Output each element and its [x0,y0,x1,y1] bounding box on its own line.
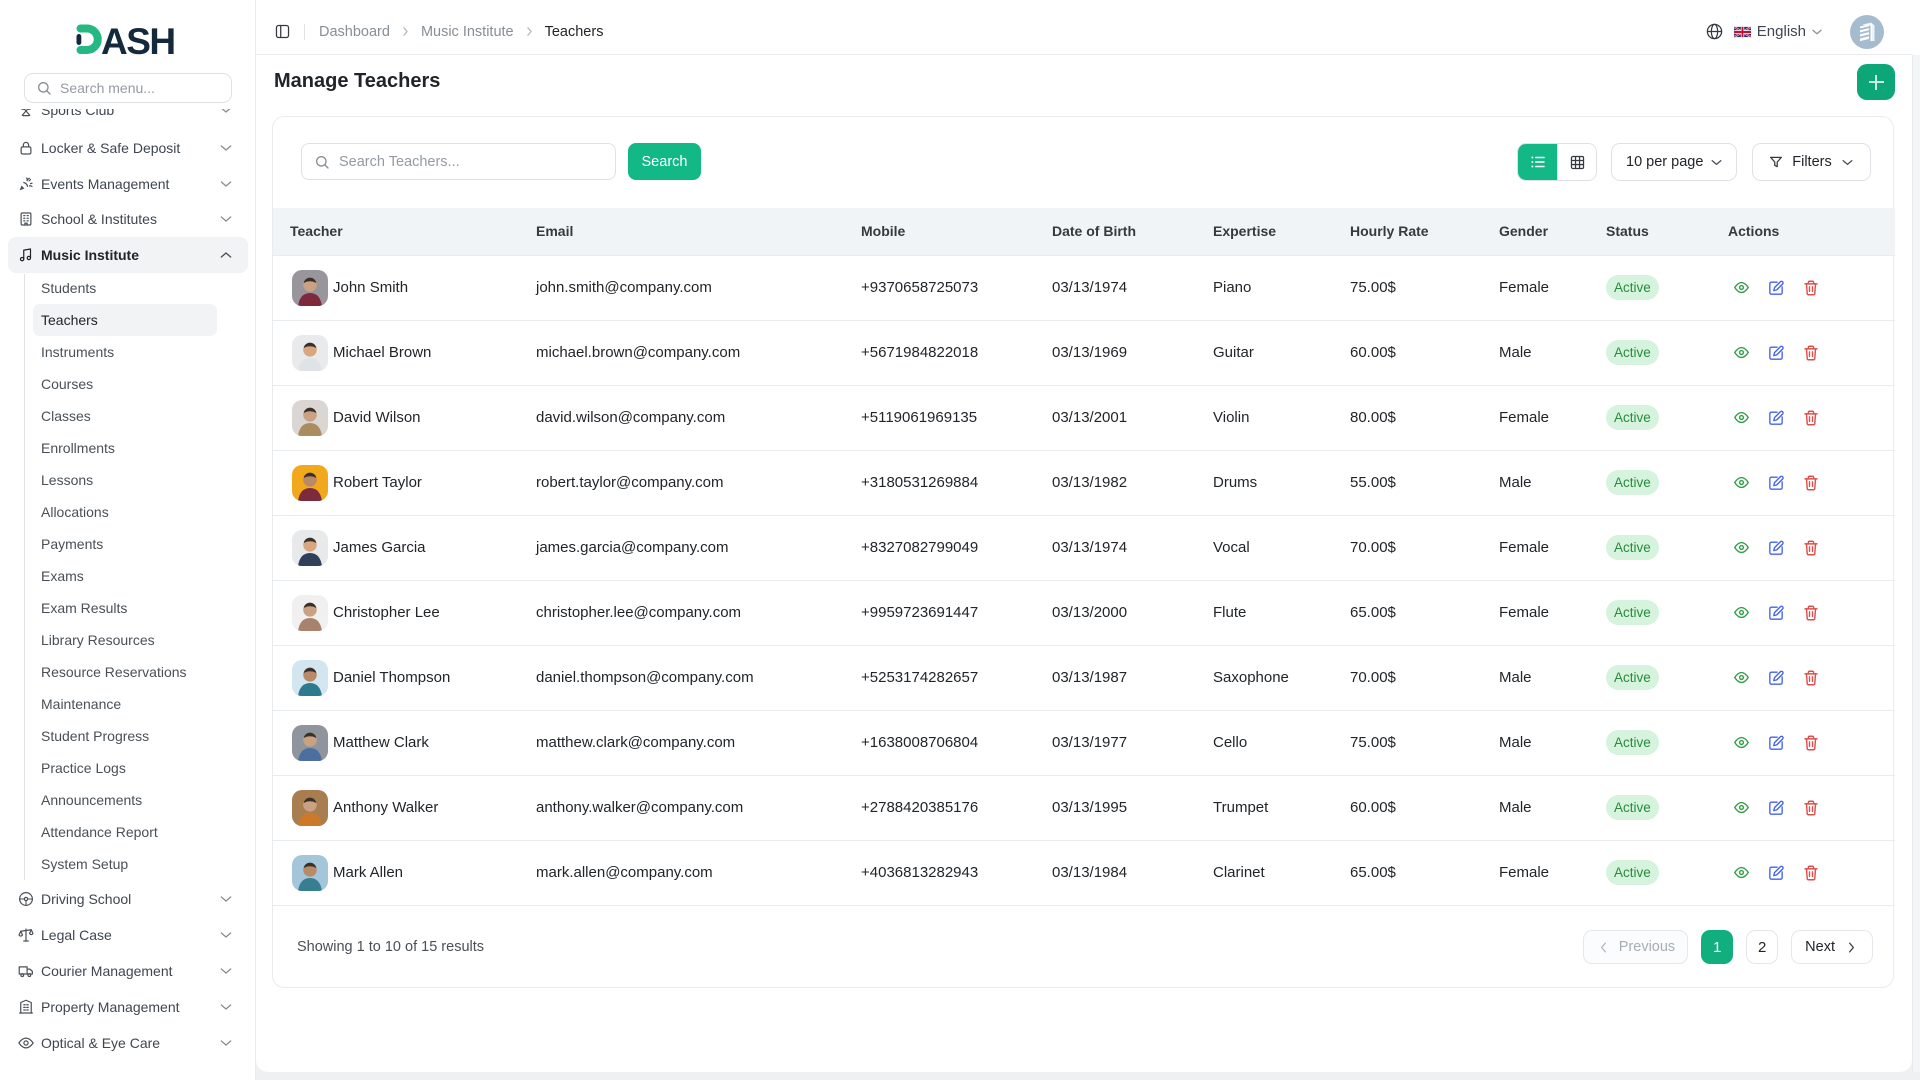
svg-text:ASH: ASH [101,21,175,55]
